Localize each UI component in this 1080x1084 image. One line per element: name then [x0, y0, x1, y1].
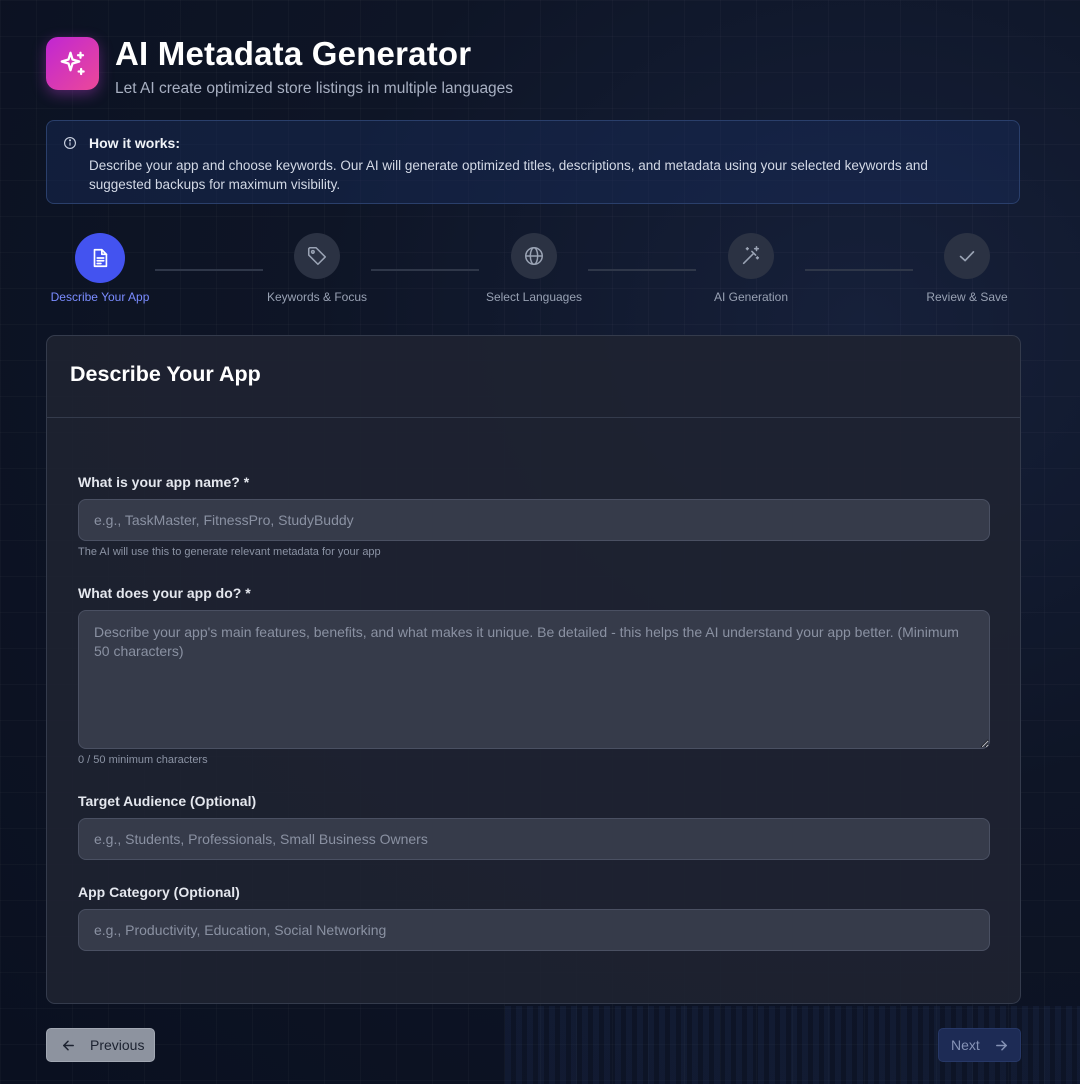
sparkles-icon	[46, 37, 99, 90]
info-text: Describe your app and choose keywords. O…	[89, 158, 928, 192]
step-describe-app[interactable]: Describe Your App	[20, 233, 180, 304]
page-title: AI Metadata Generator	[115, 35, 472, 72]
app-name-label: What is your app name? *	[78, 474, 250, 490]
document-icon	[93, 248, 108, 268]
wizard-stepper: Describe Your App Keywords & Focus Selec…	[0, 233, 1080, 313]
magic-wand-icon	[742, 246, 760, 265]
step-label: Review & Save	[926, 290, 1008, 304]
app-description-textarea[interactable]	[78, 610, 990, 749]
step-label: Select Languages	[485, 290, 583, 304]
app-description-label: What does your app do? *	[78, 585, 251, 601]
step-ai-generation[interactable]: AI Generation	[671, 233, 831, 304]
character-counter: 0 / 50 minimum characters	[78, 754, 208, 766]
arrow-left-icon	[63, 1040, 74, 1050]
app-category-label: App Category (Optional)	[78, 884, 240, 900]
arrow-right-icon	[995, 1040, 1007, 1050]
app-category-input[interactable]	[78, 909, 990, 951]
previous-label: Previous	[90, 1037, 145, 1053]
info-title: How it works:	[89, 135, 181, 151]
card-title: Describe Your App	[70, 362, 261, 386]
globe-icon	[525, 247, 543, 265]
step-label: Describe Your App	[50, 290, 150, 304]
step-languages[interactable]: Select Languages	[454, 233, 614, 304]
step-label: Keywords & Focus	[266, 290, 368, 304]
how-it-works-panel: How it works: Describe your app and choo…	[46, 120, 1020, 204]
describe-app-card: Describe Your App What is your app name?…	[46, 335, 1021, 1004]
next-button[interactable]: Next	[938, 1028, 1021, 1062]
step-keywords[interactable]: Keywords & Focus	[237, 233, 397, 304]
tag-icon	[307, 246, 327, 266]
check-icon	[959, 251, 975, 262]
page-header: AI Metadata Generator Let AI create opti…	[46, 37, 513, 98]
app-name-input[interactable]	[78, 499, 990, 541]
page-subtitle: Let AI create optimized store listings i…	[115, 80, 514, 97]
app-name-hint: The AI will use this to generate relevan…	[78, 546, 381, 558]
target-audience-label: Target Audience (Optional)	[78, 793, 257, 809]
next-label: Next	[951, 1037, 980, 1053]
info-icon	[64, 137, 76, 149]
target-audience-input[interactable]	[78, 818, 990, 860]
previous-button[interactable]: Previous	[46, 1028, 155, 1062]
step-label: AI Generation	[713, 290, 789, 304]
step-review-save[interactable]: Review & Save	[887, 233, 1047, 304]
